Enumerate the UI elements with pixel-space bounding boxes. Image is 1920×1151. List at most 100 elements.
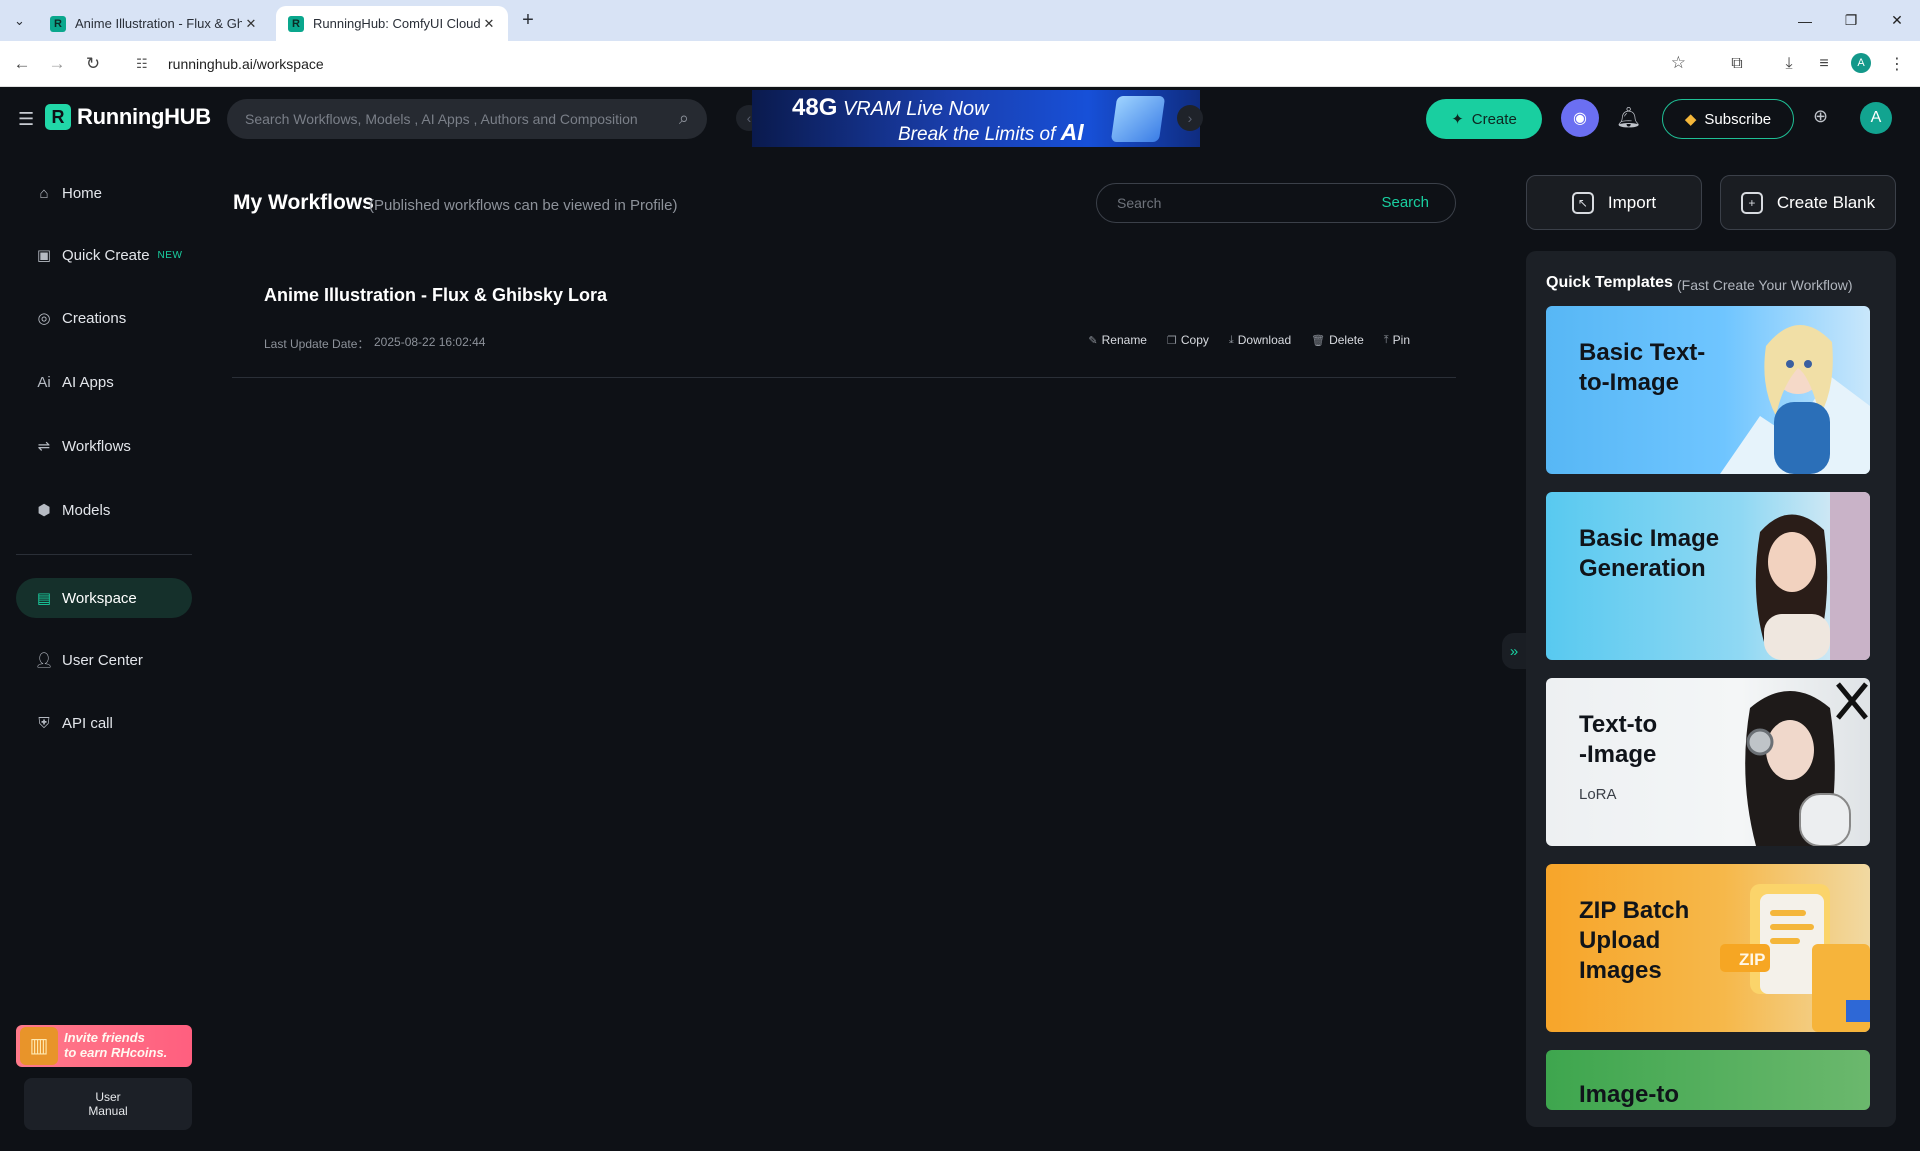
manual-line2: Manual xyxy=(88,1104,128,1118)
rename-button[interactable]: ✎ Rename xyxy=(1088,333,1147,347)
models-icon: ⬢ xyxy=(37,502,51,519)
sidebar-divider xyxy=(16,554,192,555)
plus-square-icon: + xyxy=(1740,191,1763,214)
media-control-icon[interactable]: ≡ xyxy=(1811,51,1837,77)
create-blank-button[interactable]: + Create Blank xyxy=(1720,175,1896,230)
reload-icon[interactable]: ↻ xyxy=(78,49,108,79)
new-tab-button[interactable]: + xyxy=(514,9,542,33)
template-title-line: Image-to xyxy=(1579,1081,1680,1108)
bookmark-star-icon[interactable]: ☆ xyxy=(1671,53,1686,73)
sidebar-item-api-call[interactable]: ⛨ API call xyxy=(16,703,192,743)
sidebar-item-workspace[interactable]: ▤ Workspace xyxy=(16,578,192,618)
user-icon: 👤︎ xyxy=(34,652,54,669)
subscribe-button[interactable]: ◆ Subscribe xyxy=(1662,99,1794,139)
gpu-illustration-icon xyxy=(1110,96,1166,142)
banner-vram-size: 48G xyxy=(792,94,838,121)
minimize-icon[interactable]: — xyxy=(1782,0,1828,41)
magic-wand-icon: ✦ xyxy=(1451,111,1464,128)
sidebar-item-workflows[interactable]: ⇌ Workflows xyxy=(16,426,192,466)
user-manual-button[interactable]: User Manual xyxy=(24,1078,192,1130)
sidebar-item-label: API call xyxy=(62,714,113,732)
download-icon: ⤓ xyxy=(1228,333,1234,346)
forward-icon[interactable]: → xyxy=(42,49,72,79)
copy-button[interactable]: ❐ Copy xyxy=(1167,333,1209,347)
address-bar[interactable]: ☷ runninghub.ai/workspace ☆ xyxy=(124,46,1706,82)
logo-mark-icon: R xyxy=(45,104,71,130)
runninghub-favicon-icon: R xyxy=(288,15,304,32)
logo[interactable]: R RunningHUB xyxy=(45,104,211,130)
browser-tab-runninghub[interactable]: R RunningHub: ComfyUI Cloud, C ✕ xyxy=(276,6,508,41)
download-button[interactable]: ⤓ Download xyxy=(1229,333,1291,347)
sidebar-item-quick-create[interactable]: ▣ Quick Create NEW xyxy=(16,235,192,275)
template-card-zip-batch-upload[interactable]: ZIP Batch Upload Images ZIP xyxy=(1546,864,1870,1032)
global-search[interactable]: ⌕ xyxy=(227,99,707,139)
global-search-input[interactable] xyxy=(245,111,645,127)
workflow-actions: ✎ Rename ❐ Copy ⤓ Download 🗑︎ Delete ⤒ Pin xyxy=(1068,333,1410,347)
template-card-text-to-image-lora[interactable]: Text-to -Image LoRA xyxy=(1546,678,1870,846)
tab-close-icon[interactable]: ✕ xyxy=(242,16,260,32)
sidebar-item-label: User Center xyxy=(62,651,143,669)
search-icon[interactable]: ⌕ xyxy=(679,108,689,129)
sidebar-item-home[interactable]: ⌂ Home xyxy=(16,173,192,213)
tab-search-dropdown-icon[interactable]: ⌄ xyxy=(6,7,33,34)
browser-menu-icon[interactable]: ⋮ xyxy=(1884,51,1910,77)
workflow-card[interactable]: Anime Illustration - Flux & Ghibsky Lora… xyxy=(232,260,1456,378)
discord-icon[interactable]: ◉ xyxy=(1561,99,1599,137)
workflow-search[interactable]: Search xyxy=(1096,183,1456,223)
restore-icon[interactable]: ❐ xyxy=(1828,0,1874,41)
site-info-icon[interactable]: ☷ xyxy=(136,56,158,72)
promo-banner[interactable]: 48G VRAM Live Now Break the Limits of AI xyxy=(752,90,1200,147)
menu-toggle-icon[interactable]: ☰ xyxy=(18,109,34,130)
template-title: Basic Image Generation xyxy=(1579,524,1719,584)
tab-title: Anime Illustration - Flux & Ghib xyxy=(75,16,242,31)
delete-button[interactable]: 🗑︎ Delete xyxy=(1311,333,1364,347)
animated-princess-illustration xyxy=(1720,324,1870,474)
browser-profile-avatar[interactable]: A xyxy=(1851,53,1871,73)
sidebar: ⌂ Home ▣ Quick Create NEW ◎ Creations Ai AI A… xyxy=(0,150,208,1151)
last-update-label: Last Update Date： xyxy=(264,337,370,351)
pin-button[interactable]: ⤒ Pin xyxy=(1384,333,1410,347)
subscribe-label: Subscribe xyxy=(1704,110,1772,128)
sidebar-item-models[interactable]: ⬢ Models xyxy=(16,490,192,530)
template-card-basic-text-to-image[interactable]: Basic Text-to-Image xyxy=(1546,306,1870,474)
template-title-line: ZIP Batch xyxy=(1579,897,1690,924)
language-icon[interactable]: ⊕ xyxy=(1813,106,1828,127)
create-button[interactable]: ✦ Create xyxy=(1426,99,1542,139)
template-title-line: Upload xyxy=(1579,927,1661,954)
invite-friends-banner[interactable]: ▥ Invite friends to earn RHcoins. xyxy=(16,1025,192,1067)
import-label: Import xyxy=(1607,192,1657,212)
banner-ai: AI xyxy=(1060,119,1084,145)
user-avatar[interactable]: A xyxy=(1860,102,1892,134)
template-title: Text-to -Image xyxy=(1579,710,1657,770)
template-card-basic-image-generation[interactable]: Basic Image Generation xyxy=(1546,492,1870,660)
creations-icon: ◎ xyxy=(37,310,51,327)
banner-next-icon[interactable]: › xyxy=(1177,105,1203,131)
workflow-search-input[interactable] xyxy=(1117,195,1367,211)
browser-tab-anime[interactable]: R Anime Illustration - Flux & Ghib ✕ xyxy=(38,6,270,41)
workflow-search-button[interactable]: Search xyxy=(1381,194,1429,211)
tab-close-icon[interactable]: ✕ xyxy=(480,16,498,32)
page-title: My Workflows xyxy=(233,191,374,214)
trash-icon: 🗑︎ xyxy=(1311,334,1326,347)
template-title: Image-to xyxy=(1579,1080,1679,1110)
workflow-name[interactable]: Anime Illustration - Flux & Ghibsky Lora xyxy=(264,285,607,306)
tab-title: RunningHub: ComfyUI Cloud, C xyxy=(313,16,480,31)
extensions-icon[interactable]: ⧉ xyxy=(1724,51,1750,77)
pin-icon: ⤒ xyxy=(1383,333,1389,346)
template-card-image-to[interactable]: Image-to xyxy=(1546,1050,1870,1110)
close-window-icon[interactable]: ✕ xyxy=(1874,0,1920,41)
sidebar-item-ai-apps[interactable]: Ai AI Apps xyxy=(16,362,192,402)
treasure-chest-icon: ▥ xyxy=(20,1027,58,1065)
notification-bell-icon[interactable]: 🔔︎ xyxy=(1616,105,1641,130)
import-button[interactable]: ↖ Import xyxy=(1526,175,1702,230)
downloads-icon[interactable]: ⤓ xyxy=(1776,51,1802,77)
delete-label: Delete xyxy=(1329,333,1364,347)
back-icon[interactable]: ← xyxy=(7,49,37,79)
template-title-line: -Image xyxy=(1579,741,1657,768)
sidebar-item-user-center[interactable]: 👤︎ User Center xyxy=(16,640,192,680)
sidebar-item-creations[interactable]: ◎ Creations xyxy=(16,298,192,338)
template-title: ZIP Batch Upload Images xyxy=(1579,896,1689,986)
pencil-icon: ✎ xyxy=(1088,334,1098,347)
collapse-panel-icon[interactable]: » xyxy=(1502,633,1526,669)
banner-line1: VRAM Live Now xyxy=(842,98,989,120)
